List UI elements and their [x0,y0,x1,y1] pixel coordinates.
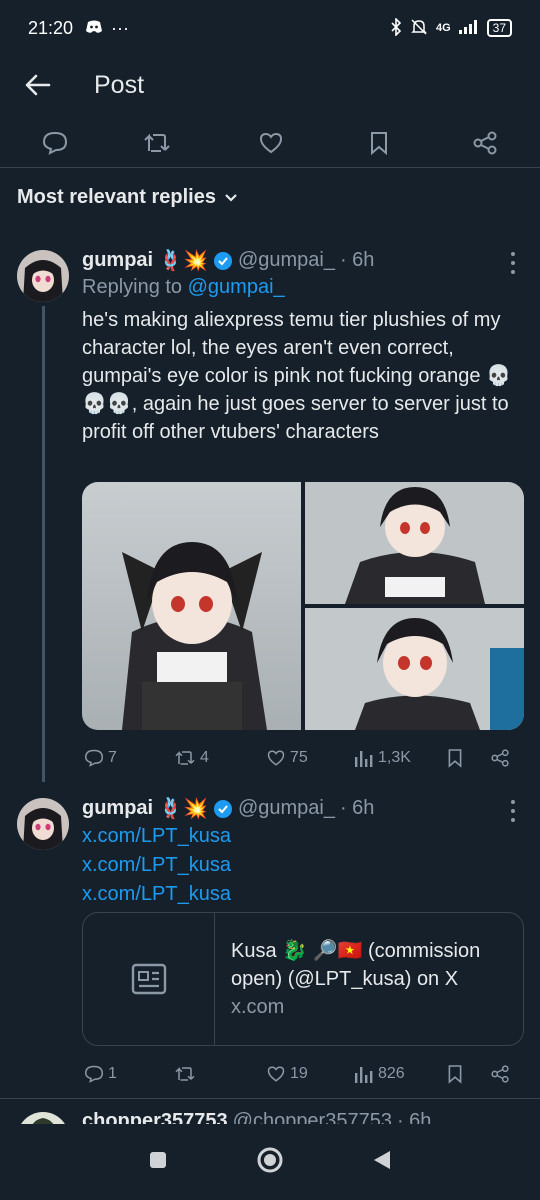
like-count-button[interactable]: 75 [266,744,308,772]
views-chart-icon [355,751,373,767]
repost-icon [175,1066,195,1081]
replying-prefix: Replying to [82,276,183,298]
author-handle[interactable]: @gumpai_ [238,249,335,272]
decorative-emoji-icons: 🪢💥 [158,250,208,272]
author-name[interactable]: gumpai [82,249,153,272]
bookmark-icon [448,749,462,768]
signal-icon [458,19,479,37]
thread-line [42,306,45,782]
back-nav-button[interactable] [372,1149,392,1176]
like-count: 75 [290,749,308,766]
link-lpt-kusa[interactable]: x.com/LPT_kusa [82,851,231,880]
share-icon [473,131,497,155]
repost-count-button[interactable] [174,1060,200,1088]
plush-photo-1[interactable] [82,482,301,730]
repost-icon [144,133,170,152]
article-icon [131,963,166,995]
reply-stats: 7 4 75 1,3K [82,744,522,772]
views-count-button[interactable]: 1,3K [354,744,411,772]
heart-icon [267,750,285,766]
link-lpt-kusa[interactable]: x.com/LPT_kusa [82,822,231,851]
home-button[interactable] [256,1146,284,1179]
back-button[interactable] [8,56,68,114]
views-count-button[interactable]: 826 [354,1060,405,1088]
comment-icon [42,131,68,155]
like-count: 19 [290,1065,308,1082]
network-type: 4G [435,22,451,34]
reply-count-button[interactable]: 1 [84,1060,117,1088]
bluetooth-icon [390,16,402,39]
bookmark-button[interactable] [447,744,463,772]
views-count: 826 [378,1065,405,1082]
discord-icon [85,18,103,39]
reply-text: he's making aliexpress temu tier plushie… [82,309,511,443]
comment-icon [84,1065,104,1083]
page-title: Post [94,70,145,99]
post-time: · 6h [339,249,375,271]
chevron-down-icon [225,193,237,202]
share-icon [491,749,509,767]
post-time: · 6h [339,797,375,819]
like-count-button[interactable]: 19 [266,1060,308,1088]
media-grid [82,482,524,730]
divider [0,1098,540,1099]
decorative-emoji-icons: 🪢💥 [158,798,208,820]
reply-button[interactable] [40,128,70,158]
heart-icon [259,132,283,154]
more-notifications-icon: ··· [111,17,130,38]
status-time: 21:20 [28,17,74,38]
verified-badge-icon [213,251,232,270]
card-domain: x.com [231,996,285,1018]
bookmark-icon [371,132,387,155]
replies-sort-dropdown[interactable]: Most relevant replies [17,186,238,209]
card-title: Kusa 🐉 🔎🇻🇳 (commission open) (@LPT_kusa)… [231,940,481,990]
square-icon [150,1151,166,1168]
views-chart-icon [355,1067,373,1083]
reply-count: 7 [108,749,117,766]
reply-stats: 1 19 826 [82,1060,522,1088]
repost-button[interactable] [142,128,172,158]
more-options-button[interactable] [508,800,518,822]
battery-indicator: 37 [486,19,512,37]
comment-icon [84,749,104,767]
link-preview-card[interactable]: Kusa 🐉 🔎🇻🇳 (commission open) (@LPT_kusa)… [82,912,524,1046]
like-button[interactable] [256,128,286,158]
reply-count: 1 [108,1065,117,1082]
more-options-button[interactable] [508,252,518,274]
bookmark-icon [448,1065,462,1084]
replying-to-link[interactable]: @gumpai_ [188,276,285,298]
views-count: 1,3K [378,749,411,766]
link-lpt-kusa[interactable]: x.com/LPT_kusa [82,880,231,909]
share-icon [491,1065,509,1083]
heart-icon [267,1066,285,1082]
bookmark-button[interactable] [364,128,394,158]
triangle-back-icon [374,1150,390,1169]
sort-label: Most relevant replies [17,186,216,208]
plush-photo-2[interactable] [305,482,524,604]
system-navigation-bar [0,1124,540,1200]
plush-photo-3[interactable] [305,608,524,730]
repost-count: 4 [200,749,209,766]
recents-button[interactable] [148,1150,168,1175]
bookmark-button[interactable] [447,1060,463,1088]
mute-icon [410,18,428,39]
author-name[interactable]: gumpai [82,797,153,820]
avatar[interactable] [17,250,69,302]
circle-icon [257,1147,283,1172]
reply-count-button[interactable]: 7 [84,744,117,772]
post-actions [0,116,540,168]
arrow-left-icon [25,74,51,96]
share-button[interactable] [490,744,510,772]
verified-badge-icon [213,799,232,818]
author-handle[interactable]: @gumpai_ [238,797,335,820]
repost-icon [175,750,195,765]
avatar[interactable] [17,798,69,850]
share-button[interactable] [470,128,500,158]
repost-count-button[interactable]: 4 [174,744,209,772]
share-button[interactable] [490,1060,510,1088]
top-bar: Post [0,56,540,114]
status-bar: 21:20 ··· 4G 37 [0,0,540,56]
